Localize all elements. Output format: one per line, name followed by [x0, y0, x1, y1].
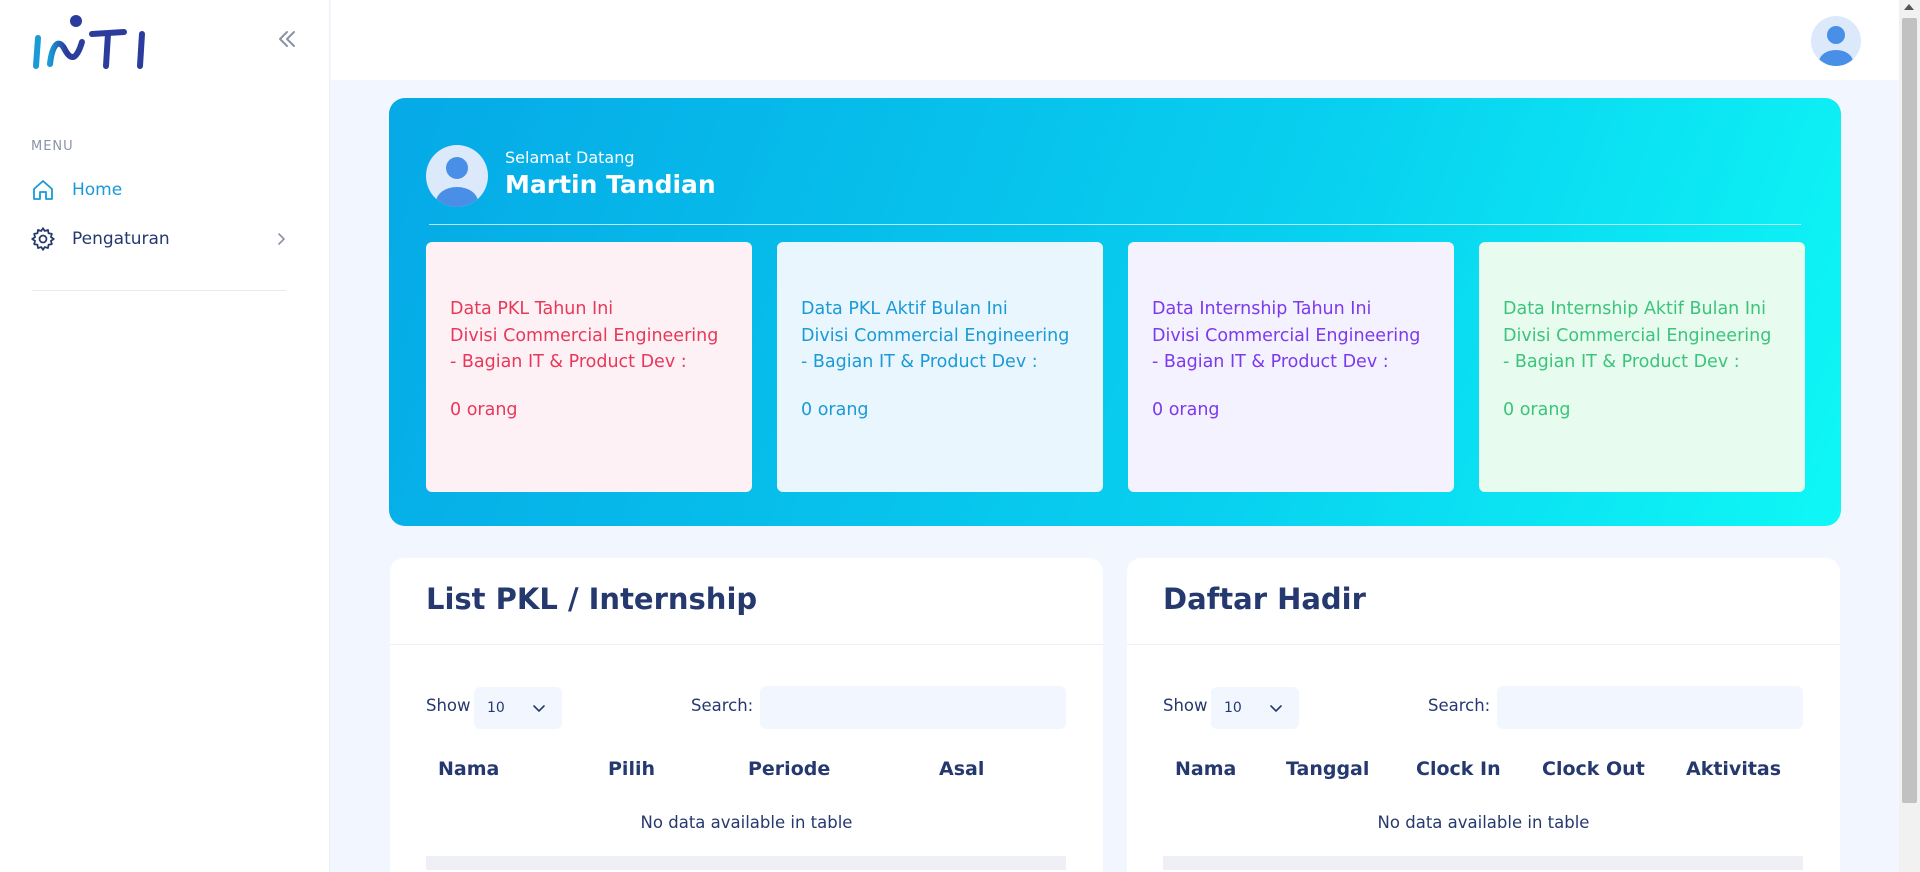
stat-value: 0 orang	[801, 399, 869, 420]
menu-title: MENU	[31, 139, 74, 154]
column-header[interactable]: Aktivitas	[1686, 758, 1781, 780]
scroll-up-arrow-icon[interactable]	[1904, 4, 1914, 10]
welcome-banner: Selamat Datang Martin Tandian Data PKL T…	[389, 98, 1841, 526]
attendance-panel: Daftar Hadir Show 10 Search: Nama Tangga…	[1127, 558, 1840, 872]
collapse-sidebar-icon[interactable]	[274, 26, 300, 52]
chevron-right-icon	[276, 231, 286, 251]
search-input[interactable]	[760, 686, 1066, 729]
hero-divider	[429, 224, 1801, 225]
page-size-value: 10	[487, 700, 505, 716]
sidebar-item-pengaturan[interactable]: Pengaturan	[30, 219, 296, 259]
sidebar-divider	[32, 290, 286, 291]
column-header[interactable]: Clock Out	[1542, 758, 1645, 780]
stat-value: 0 orang	[1152, 399, 1220, 420]
show-label: Show	[1163, 696, 1208, 715]
stat-card-internship-month: Data Internship Aktif Bulan Ini Divisi C…	[1479, 242, 1805, 492]
stat-card-pkl-year: Data PKL Tahun Ini Divisi Commercial Eng…	[426, 242, 752, 492]
empty-table-message: No data available in table	[1377, 813, 1590, 832]
page-size-select[interactable]: 10	[474, 687, 562, 729]
stat-label: Data Internship Tahun Ini Divisi Commerc…	[1152, 299, 1421, 372]
sidebar-item-label: Home	[72, 180, 123, 200]
chevron-down-icon	[1269, 702, 1283, 718]
column-header[interactable]: Clock In	[1416, 758, 1501, 780]
stat-card-pkl-month: Data PKL Aktif Bulan Ini Divisi Commerci…	[777, 242, 1103, 492]
user-name: Martin Tandian	[505, 170, 716, 199]
inti-logo[interactable]	[32, 14, 156, 72]
welcome-text: Selamat Datang	[505, 148, 635, 167]
panel-divider	[1127, 644, 1840, 645]
search-label: Search:	[1428, 696, 1491, 715]
chevron-down-icon	[532, 702, 546, 718]
page-size-select[interactable]: 10	[1211, 687, 1299, 729]
page-size-value: 10	[1224, 700, 1242, 716]
stat-label: Data PKL Tahun Ini Divisi Commercial Eng…	[450, 299, 719, 372]
scrollbar-thumb[interactable]	[1902, 18, 1917, 803]
empty-table-message: No data available in table	[640, 813, 853, 832]
sidebar-item-home[interactable]: Home	[30, 170, 296, 210]
user-avatar[interactable]	[1811, 16, 1861, 66]
home-icon	[30, 177, 56, 203]
panel-title: Daftar Hadir	[1163, 582, 1366, 616]
stat-card-internship-year: Data Internship Tahun Ini Divisi Commerc…	[1128, 242, 1454, 492]
panel-divider	[390, 644, 1103, 645]
pkl-list-panel: List PKL / Internship Show 10 Search: Na…	[390, 558, 1103, 872]
sidebar-item-label: Pengaturan	[72, 229, 170, 249]
column-header[interactable]: Asal	[939, 758, 984, 780]
search-label: Search:	[691, 696, 754, 715]
column-header[interactable]: Nama	[1175, 758, 1236, 780]
table-footer	[426, 856, 1066, 870]
column-header[interactable]: Pilih	[608, 758, 655, 780]
stat-label: Data PKL Aktif Bulan Ini Divisi Commerci…	[801, 299, 1070, 372]
stat-value: 0 orang	[1503, 399, 1571, 420]
gear-icon	[30, 226, 56, 252]
stat-value: 0 orang	[450, 399, 518, 420]
column-header[interactable]: Tanggal	[1286, 758, 1369, 780]
column-header[interactable]: Nama	[438, 758, 499, 780]
topbar	[331, 0, 1899, 80]
hero-avatar	[426, 145, 488, 207]
show-label: Show	[426, 696, 471, 715]
column-header[interactable]: Periode	[748, 758, 830, 780]
table-footer	[1163, 856, 1803, 870]
stat-label: Data Internship Aktif Bulan Ini Divisi C…	[1503, 299, 1772, 372]
panel-title: List PKL / Internship	[426, 582, 758, 616]
sidebar: MENU Home Pengaturan	[0, 0, 330, 872]
search-input[interactable]	[1497, 686, 1803, 729]
